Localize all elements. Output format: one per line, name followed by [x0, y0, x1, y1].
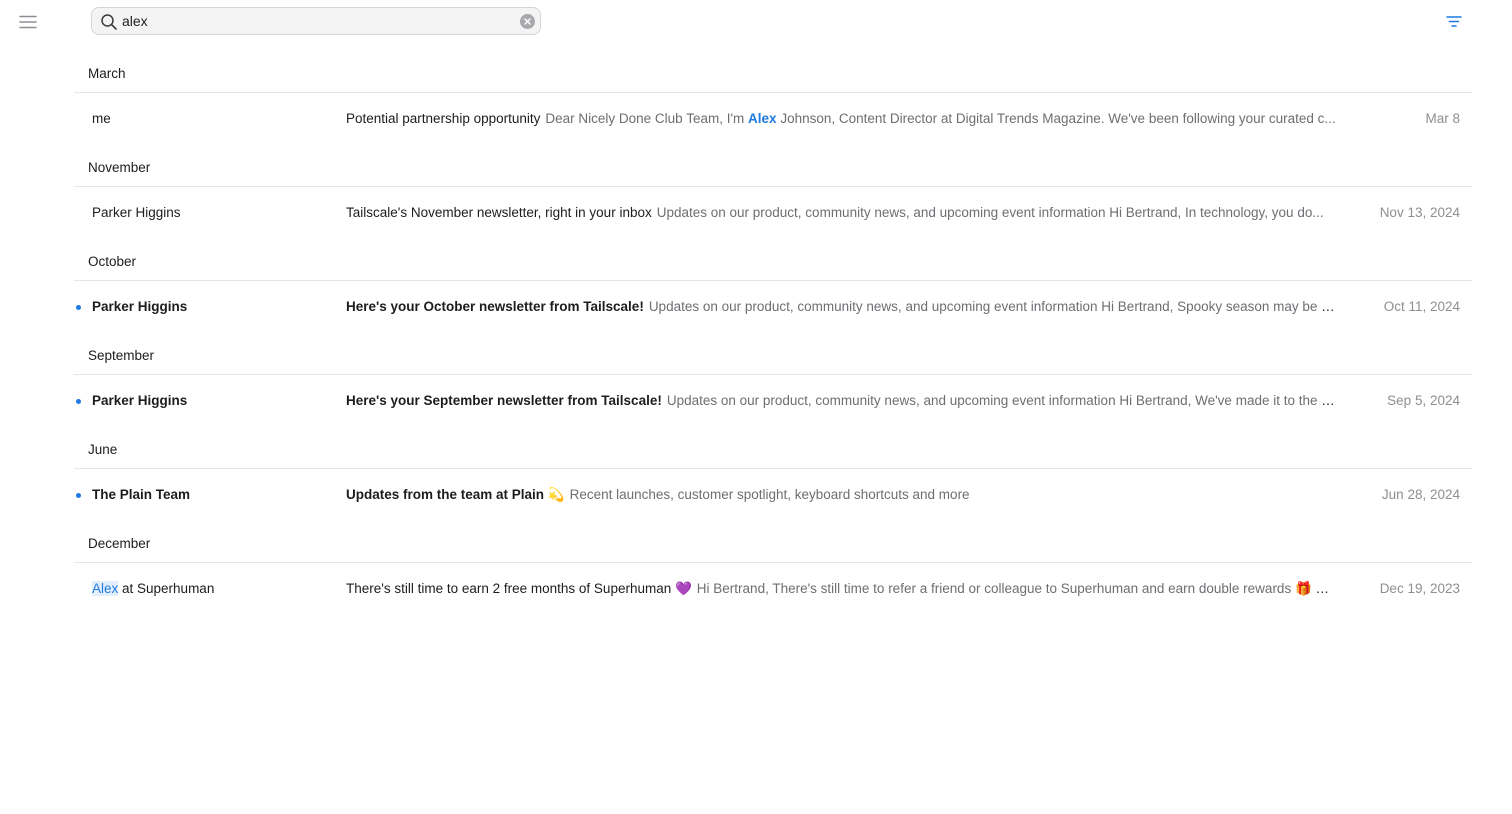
email-subject: Potential partnership opportunity [346, 111, 541, 126]
email-date: Nov 13, 2024 [1379, 205, 1460, 220]
email-row[interactable]: Parker Higgins Tailscale's November newsl… [74, 187, 1472, 244]
unread-dot-icon [76, 305, 81, 310]
sender-search-highlight: Alex [92, 581, 119, 596]
preview-text: Updates on our product, community news, … [656, 205, 1324, 220]
email-date: Dec 19, 2023 [1379, 581, 1460, 596]
search-box[interactable] [91, 7, 541, 35]
top-bar [0, 0, 1512, 44]
sender-text: me [92, 111, 111, 126]
hamburger-menu-icon[interactable] [18, 12, 38, 32]
preview-text-suffix: Johnson, Content Director at Digital Tre… [776, 111, 1336, 126]
email-preview: Updates on our product, community news, … [649, 299, 1336, 314]
preview-text: Updates on our product, community news, … [666, 393, 1336, 408]
preview-text: Recent launches, customer spotlight, key… [569, 487, 970, 502]
date-group-header: September [74, 338, 1472, 375]
email-row[interactable]: me Potential partnership opportunity Dear … [74, 93, 1472, 150]
email-sender: Parker Higgins [92, 299, 332, 314]
email-sender: Parker Higgins [92, 205, 332, 220]
unread-dot-icon [76, 493, 81, 498]
email-preview: Updates on our product, community news, … [657, 205, 1324, 220]
email-preview: Dear Nicely Done Club Team, I'm Alex Joh… [545, 111, 1335, 126]
date-group-header: November [74, 150, 1472, 187]
email-date: Sep 5, 2024 [1387, 393, 1460, 408]
email-content: Potential partnership opportunity Dear Ni… [346, 111, 1336, 126]
date-group-header: June [74, 432, 1472, 469]
date-group-header: October [74, 244, 1472, 281]
email-content: There's still time to earn 2 free months… [346, 581, 1336, 597]
email-subject: Updates from the team at Plain 💫 [346, 487, 565, 502]
clear-search-icon[interactable] [520, 14, 535, 29]
email-sender: me [92, 111, 332, 126]
sender-text: The Plain Team [92, 487, 191, 502]
email-content: Here's your September newsletter from Ta… [346, 393, 1336, 408]
email-sender: Alex at Superhuman [92, 581, 332, 596]
email-date: Oct 11, 2024 [1383, 299, 1460, 314]
email-preview: Hi Bertrand, There's still time to refer… [697, 581, 1336, 596]
email-row[interactable]: Parker Higgins Here's your September news… [74, 375, 1472, 432]
preview-text: Dear Nicely Done Club Team, I'm [545, 111, 749, 126]
email-preview: Recent launches, customer spotlight, key… [570, 487, 970, 502]
email-date: Jun 28, 2024 [1381, 487, 1460, 502]
email-subject: Here's your September newsletter from Ta… [346, 393, 662, 408]
email-row[interactable]: Alex at Superhuman There's still time to … [74, 563, 1472, 620]
email-subject: Here's your October newsletter from Tail… [346, 299, 644, 314]
sender-text: Parker Higgins [92, 393, 188, 408]
search-input[interactable] [122, 11, 502, 31]
unread-dot-icon [76, 399, 81, 404]
email-row[interactable]: Parker Higgins Here's your October newsle… [74, 281, 1472, 338]
email-content: Here's your October newsletter from Tail… [346, 299, 1336, 314]
email-preview: Updates on our product, community news, … [667, 393, 1336, 408]
sender-text: Parker Higgins [92, 299, 188, 314]
email-content: Tailscale's November newsletter, right i… [346, 205, 1336, 220]
email-list: March me Potential partnership opportunity… [74, 56, 1472, 620]
sender-text: Parker Higgins [92, 205, 181, 220]
email-row[interactable]: The Plain Team Updates from the team at P… [74, 469, 1472, 526]
date-group-header: March [74, 56, 1472, 93]
preview-text: Updates on our product, community news, … [648, 299, 1336, 314]
email-date: Mar 8 [1425, 111, 1460, 126]
sender-text-suffix: at Superhuman [118, 581, 215, 596]
preview-text: Hi Bertrand, There's still time to refer… [696, 581, 1336, 596]
search-icon [100, 13, 118, 31]
date-group-header: December [74, 526, 1472, 563]
email-subject: Tailscale's November newsletter, right i… [346, 205, 652, 220]
email-sender: Parker Higgins [92, 393, 332, 408]
filter-icon[interactable] [1445, 14, 1463, 30]
email-sender: The Plain Team [92, 487, 332, 502]
email-subject: There's still time to earn 2 free months… [346, 581, 692, 596]
email-content: Updates from the team at Plain 💫 Recent l… [346, 487, 1336, 503]
preview-search-highlight: Alex [748, 111, 777, 126]
